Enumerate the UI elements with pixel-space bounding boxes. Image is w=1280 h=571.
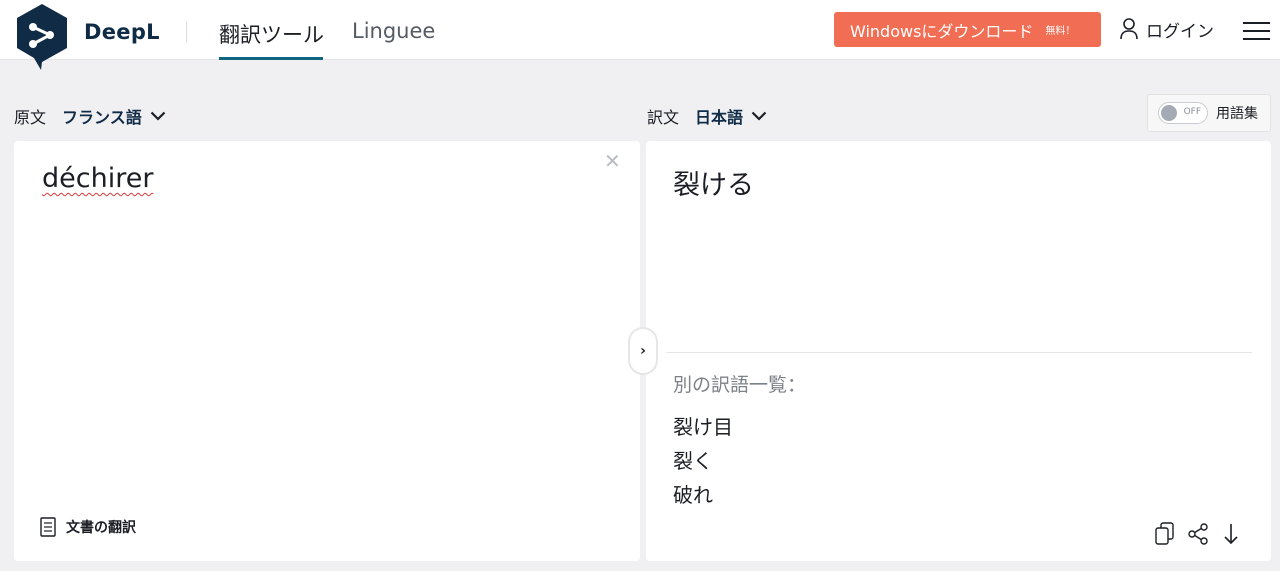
alternatives-title: 別の訳語一覧：	[673, 374, 807, 396]
chevron-down-icon[interactable]	[751, 111, 767, 121]
toggle-state: OFF	[1183, 107, 1201, 117]
document-button-label: 文書の翻訳	[66, 520, 136, 536]
header-divider	[186, 22, 187, 42]
active-tab-indicator	[219, 57, 323, 60]
target-label: 訳文	[647, 108, 680, 127]
brand-name[interactable]: DeepL	[84, 20, 160, 44]
deepl-logo-icon[interactable]	[14, 2, 70, 70]
top-header: DeepL 翻訳ツール Linguee Windowsにダウンロード 無料！ ロ…	[0, 0, 1280, 70]
chevron-down-icon[interactable]	[150, 111, 166, 121]
clear-text-button[interactable]: ✕	[604, 149, 621, 173]
login-label: ログイン	[1146, 21, 1214, 42]
target-language-bar: 訳文 日本語	[647, 104, 767, 128]
source-text-input[interactable]: déchirer	[42, 163, 153, 194]
translate-document-button[interactable]: 文書の翻訳	[40, 517, 136, 537]
user-icon	[1120, 18, 1138, 40]
share-icon[interactable]	[1187, 522, 1209, 546]
download-windows-button[interactable]: Windowsにダウンロード 無料！	[834, 12, 1101, 47]
swap-direction-button[interactable]: ›	[628, 327, 658, 375]
alternative-item[interactable]: 破れ	[673, 478, 733, 512]
toggle-knob	[1161, 105, 1177, 121]
alternative-item[interactable]: 裂け目	[673, 410, 733, 444]
chevron-right-icon: ›	[640, 343, 646, 359]
glossary-control: OFF 用語集	[1147, 94, 1271, 132]
alternatives-divider	[666, 352, 1252, 353]
source-label: 原文	[14, 108, 47, 127]
hamburger-menu-icon[interactable]	[1243, 21, 1270, 41]
target-panel: 裂ける 別の訳語一覧： 裂け目 裂く 破れ	[646, 141, 1271, 561]
free-badge: 無料！	[1045, 26, 1076, 37]
glossary-toggle[interactable]: OFF	[1158, 102, 1208, 124]
glossary-label[interactable]: 用語集	[1216, 103, 1258, 123]
translation-output[interactable]: 裂ける	[673, 163, 754, 202]
tab-linguee[interactable]: Linguee	[352, 19, 435, 43]
alternatives-list: 裂け目 裂く 破れ	[673, 410, 733, 512]
alternative-item[interactable]: 裂く	[673, 444, 733, 478]
tab-translator[interactable]: 翻訳ツール	[219, 19, 324, 49]
source-language-select[interactable]: フランス語	[62, 104, 142, 128]
source-panel: déchirer ✕ 文書の翻訳	[14, 141, 640, 561]
copy-icon[interactable]	[1154, 522, 1176, 546]
login-button[interactable]: ログイン	[1120, 16, 1214, 42]
source-language-bar: 原文 フランス語	[14, 104, 166, 128]
download-button-label: Windowsにダウンロード	[850, 21, 1034, 41]
output-toolbar	[1154, 522, 1253, 546]
download-arrow-icon[interactable]	[1220, 522, 1242, 546]
target-language-select[interactable]: 日本語	[695, 104, 743, 128]
document-icon	[40, 517, 56, 537]
